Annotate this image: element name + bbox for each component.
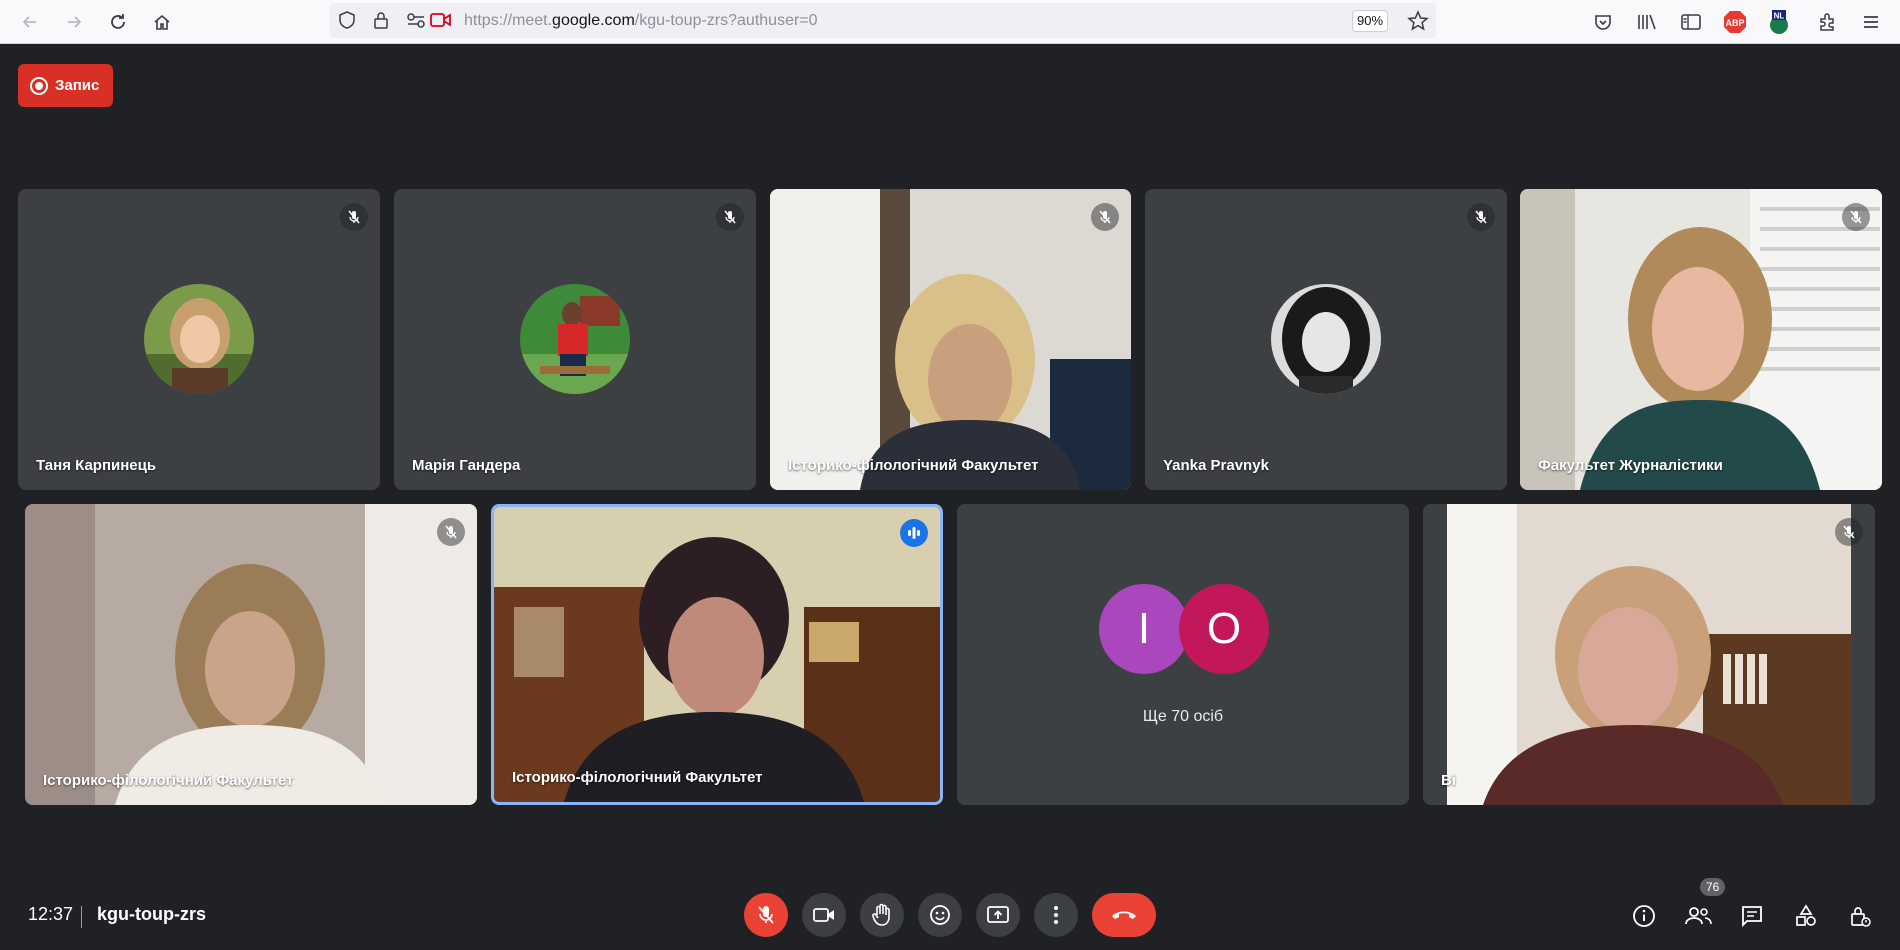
chat-icon [1742, 906, 1762, 928]
mic-toggle-button[interactable] [744, 893, 788, 937]
more-participants-label: Ще 70 осіб [1142, 708, 1224, 725]
permissions-icon[interactable] [406, 11, 426, 34]
host-controls-icon [1851, 907, 1871, 927]
library-icon[interactable] [1633, 8, 1661, 36]
participant-tile-speaking[interactable]: Історико-філологічний Факультет [491, 504, 943, 805]
mic-off-icon [1835, 518, 1863, 546]
reload-icon[interactable] [104, 8, 132, 36]
participant-initial-avatar: I [1099, 584, 1189, 674]
activities-button[interactable] [1790, 900, 1822, 932]
video-feed [770, 189, 1131, 490]
present-icon [987, 906, 1009, 923]
participant-tile[interactable]: Марія Гандера [394, 189, 756, 490]
participant-name: Історико-філологічний Факультет [788, 457, 1039, 474]
participant-name: Yanka Pravnyk [1163, 457, 1269, 474]
avatar [144, 284, 254, 394]
camera-permission-icon[interactable] [430, 12, 452, 33]
back-icon[interactable] [16, 8, 44, 36]
url-bar[interactable]: https://meet.google.com/kgu-toup-zrs?aut… [330, 3, 1436, 38]
meeting-time: 12:37 [28, 904, 74, 924]
mic-off-icon [1842, 203, 1870, 231]
more-participants-tile[interactable]: I O Ще 70 осіб [957, 504, 1409, 805]
participant-tile[interactable]: Ві [1423, 504, 1875, 805]
raise-hand-button[interactable] [860, 893, 904, 937]
participant-tile[interactable]: Yanka Pravnyk [1145, 189, 1507, 490]
chat-button[interactable] [1736, 900, 1768, 932]
video-feed [1520, 189, 1882, 490]
info-icon [1633, 905, 1655, 927]
participant-name: Марія Гандера [412, 457, 521, 474]
video-feed [1423, 504, 1875, 805]
participant-name: Історико-філологічний Факультет [512, 769, 763, 786]
video-feed [25, 504, 477, 805]
meeting-code: kgu-toup-zrs [97, 904, 206, 924]
avatar [520, 284, 630, 394]
forward-icon[interactable] [60, 8, 88, 36]
participants-count-badge: 76 [1700, 878, 1726, 896]
shield-icon[interactable] [338, 11, 356, 34]
mic-off-icon [1091, 203, 1119, 231]
extensions-icon[interactable] [1813, 8, 1841, 36]
mic-off-icon [758, 906, 774, 924]
video-feed [494, 507, 940, 802]
camera-icon [813, 908, 834, 922]
browser-toolbar: https://meet.google.com/kgu-toup-zrs?aut… [0, 0, 1900, 44]
participant-tile[interactable]: Історико-філологічний Факультет [770, 189, 1131, 490]
emoji-button[interactable] [918, 893, 962, 937]
participant-name: Таня Карпинець [36, 457, 157, 474]
speaking-indicator-icon [900, 519, 928, 547]
people-button[interactable] [1682, 900, 1714, 932]
raise-hand-icon [872, 903, 890, 926]
pocket-icon[interactable] [1589, 8, 1617, 36]
participant-initial-avatar: O [1179, 584, 1269, 674]
mic-off-icon [716, 203, 744, 231]
people-icon [1685, 907, 1712, 925]
participant-name: Факультет Журналістики [1538, 457, 1723, 474]
activities-icon [1796, 904, 1816, 926]
zoom-level[interactable]: 90% [1352, 10, 1388, 32]
divider [81, 906, 82, 928]
recording-badge[interactable]: Запис [18, 64, 113, 107]
participant-name: Історико-філологічний Факультет [43, 772, 294, 789]
svg-text:ABP: ABP [1725, 18, 1744, 28]
camera-toggle-button[interactable] [802, 893, 846, 937]
mic-off-icon [437, 518, 465, 546]
bookmark-star-icon[interactable] [1407, 10, 1429, 37]
lock-icon[interactable] [372, 11, 390, 34]
mic-off-icon [340, 203, 368, 231]
more-options-icon [1054, 906, 1058, 924]
participant-tile[interactable]: Факультет Журналістики [1520, 189, 1882, 490]
end-call-icon [1112, 911, 1136, 919]
sidebar-icon[interactable] [1677, 8, 1705, 36]
menu-icon[interactable] [1857, 8, 1885, 36]
mic-off-icon [1467, 203, 1495, 231]
meeting-area: Запис Таня Карпинець Марія Гандера Істор… [0, 44, 1900, 950]
record-icon [30, 76, 48, 95]
svg-text:NL: NL [1774, 12, 1785, 21]
host-controls-button[interactable] [1844, 900, 1876, 932]
participant-name: Ві [1441, 772, 1456, 789]
end-call-button[interactable] [1092, 893, 1156, 937]
present-button[interactable] [976, 893, 1020, 937]
nl-extension-icon[interactable]: NL [1765, 8, 1793, 36]
more-options-button[interactable] [1034, 893, 1078, 937]
participant-tile[interactable]: Історико-філологічний Факультет [25, 504, 477, 805]
participant-tile[interactable]: Таня Карпинець [18, 189, 380, 490]
url-text[interactable]: https://meet.google.com/kgu-toup-zrs?aut… [464, 12, 818, 30]
emoji-icon [930, 905, 950, 925]
recording-label: Запис [55, 77, 100, 94]
abp-extension-icon[interactable]: ABP [1721, 8, 1749, 36]
avatar [1271, 284, 1381, 394]
info-button[interactable] [1628, 900, 1660, 932]
home-icon[interactable] [148, 8, 176, 36]
